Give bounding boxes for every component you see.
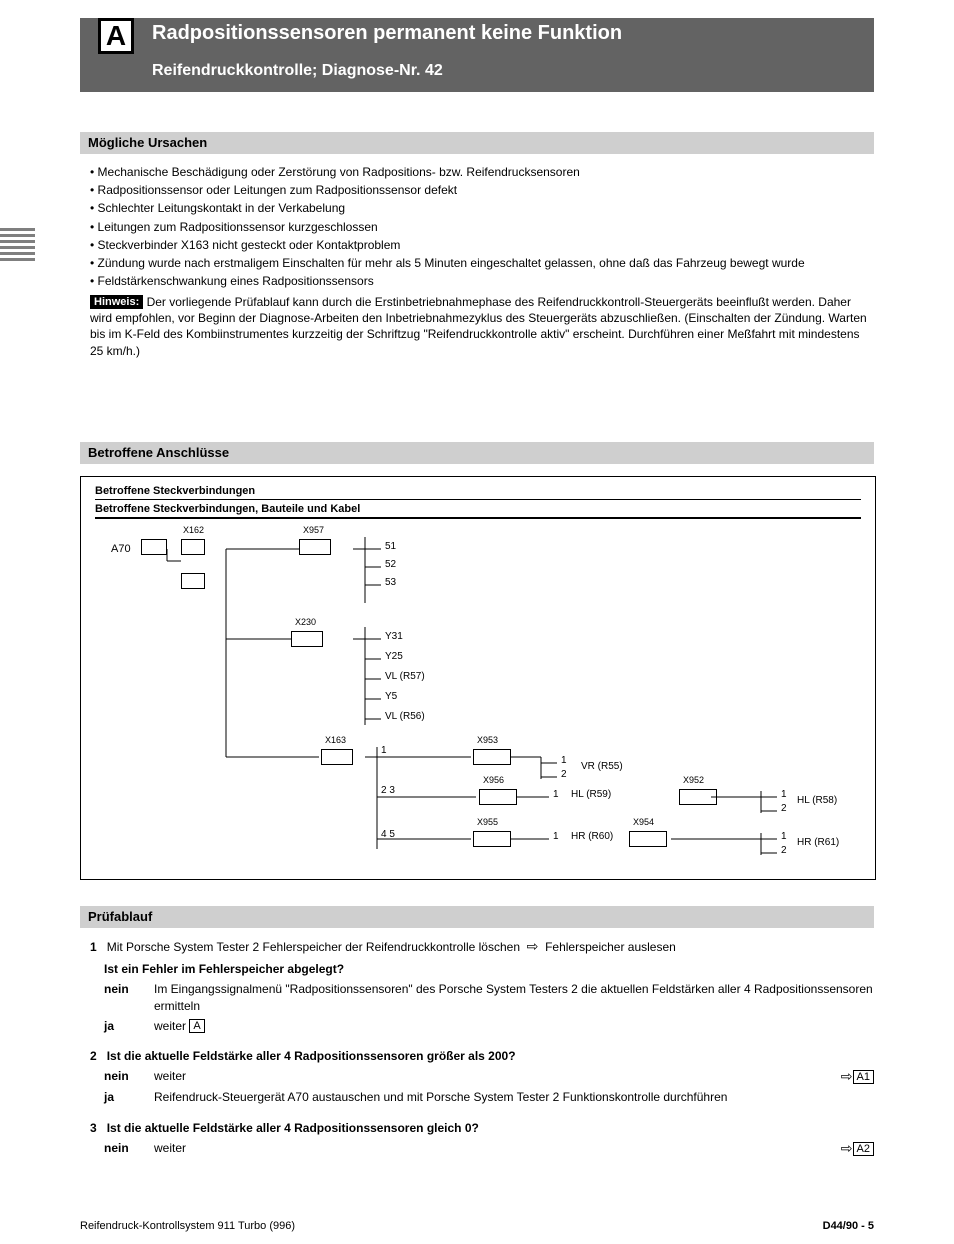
cause-item: • Radpositionssensor oder Leitungen zum …: [90, 182, 874, 198]
section-causes-heading: Mögliche Ursachen: [80, 132, 874, 154]
cause-item: • Schlechter Leitungskontakt in der Verk…: [90, 200, 874, 216]
wiring-diagram: Betroffene Steckverbindungen Betroffene …: [80, 476, 876, 880]
note-body: Der vorliegende Prüfablauf kann durch di…: [90, 295, 867, 358]
footer-right: D44/90 - 5: [823, 1220, 874, 1232]
cause-item: • Steckverbinder X163 nicht gesteckt ode…: [90, 237, 874, 253]
page-edge-marks: [0, 228, 35, 264]
route-a2: A2: [853, 1142, 874, 1156]
footer-left: Reifendruck-Kontrollsystem 911 Turbo (99…: [80, 1220, 295, 1232]
arrow-icon: ⇨: [841, 1140, 853, 1157]
note-label: Hinweis:: [90, 295, 143, 309]
cause-item: • Feldstärkenschwankung eines Radpositio…: [90, 273, 874, 289]
arrow-icon: ⇨: [841, 1068, 853, 1085]
banner-title: Radpositionssensoren permanent keine Fun…: [152, 22, 622, 45]
title-banner: A Radpositionssensoren permanent keine F…: [80, 18, 874, 92]
cause-item: • Leitungen zum Radpositionssensor kurzg…: [90, 219, 874, 235]
cause-item: • Zündung wurde nach erstmaligem Einscha…: [90, 255, 874, 271]
procedure-body: 1 Mit Porsche System Tester 2 Fehlerspei…: [80, 938, 874, 1157]
section-connections-heading: Betroffene Anschlüsse: [80, 442, 874, 464]
note-block: Hinweis: Der vorliegende Prüfablauf kann…: [80, 294, 874, 359]
step-ref-a: A: [189, 1019, 204, 1033]
cause-item: • Mechanische Beschädigung oder Zerstöru…: [90, 164, 874, 180]
section-procedure-heading: Prüfablauf: [80, 906, 874, 928]
arrow-icon: ⇨: [527, 938, 539, 955]
causes-list: • Mechanische Beschädigung oder Zerstöru…: [80, 162, 874, 291]
route-a1: A1: [853, 1070, 874, 1084]
banner-subtitle: Reifendruckkontrolle; Diagnose-Nr. 42: [152, 62, 443, 80]
section-letter-box: A: [98, 18, 134, 54]
